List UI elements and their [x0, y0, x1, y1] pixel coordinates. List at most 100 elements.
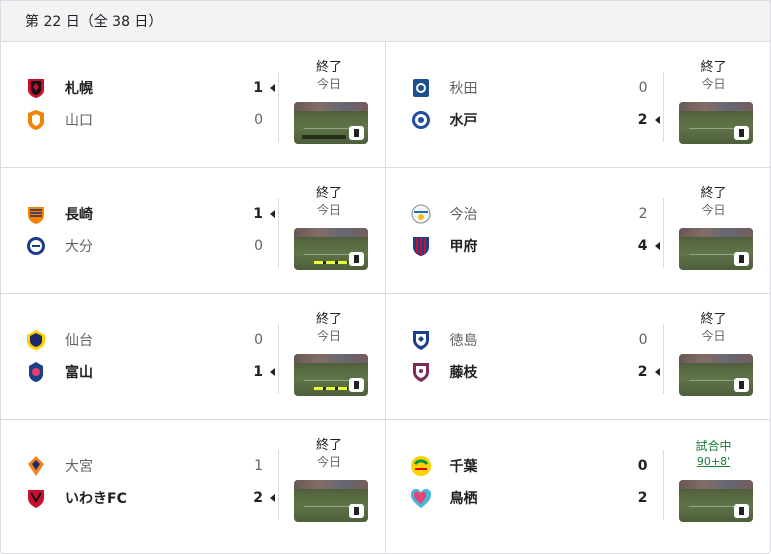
fujieda-crest-icon — [410, 361, 432, 383]
nagasaki-crest-icon — [25, 203, 47, 225]
video-play-icon[interactable] — [349, 126, 364, 140]
team-score: 0 — [254, 112, 263, 128]
winner-arrow-icon — [654, 368, 660, 376]
imabari-crest-icon — [410, 203, 432, 225]
match-card[interactable]: 秋田 0 水戸 2 終了 今日 — [386, 42, 771, 167]
match-status-sub[interactable]: 90+8' — [669, 454, 759, 470]
match-grid: 札幌 1 山口 0 終了 今日 秋田 0 水戸 2 終了 今日 長崎 1 大分 … — [1, 42, 770, 553]
match-status: 終了 今日 — [669, 60, 759, 92]
team-name: 山口 — [65, 113, 93, 129]
video-thumbnail[interactable] — [678, 480, 753, 522]
match-card[interactable]: 大宮 1 いわきFC 2 終了 今日 — [1, 420, 386, 553]
team-name: 千葉 — [449, 459, 478, 475]
winner-arrow-icon — [270, 368, 275, 376]
video-thumbnail[interactable] — [294, 102, 368, 144]
team-name: 今治 — [449, 207, 478, 223]
match-row: 長崎 1 大分 0 終了 今日 今治 2 甲府 4 終了 今日 — [1, 168, 770, 294]
match-card[interactable]: 千葉 0 鳥栖 2 試合中 90+8' — [386, 420, 771, 553]
video-play-icon[interactable] — [733, 126, 749, 140]
video-thumbnail[interactable] — [294, 480, 368, 522]
team-name: 仙台 — [65, 333, 93, 349]
card-divider — [278, 198, 279, 268]
match-status-sub: 今日 — [701, 329, 726, 343]
team-row-home: 仙台 0 — [25, 328, 275, 352]
video-play-icon[interactable] — [733, 378, 749, 392]
match-card[interactable]: 仙台 0 富山 1 終了 今日 — [1, 294, 386, 419]
team-score: 1 — [254, 458, 263, 474]
team-score: 2 — [638, 206, 648, 222]
winner-arrow-icon — [654, 242, 660, 250]
team-row-home: 徳島 0 — [410, 328, 660, 352]
yamaguchi-crest-icon — [25, 109, 47, 131]
winner-arrow-icon — [270, 494, 275, 502]
winner-arrow-icon — [654, 116, 660, 124]
match-status-label: 試合中 — [695, 439, 732, 453]
team-name: 長崎 — [65, 207, 93, 223]
video-play-icon[interactable] — [349, 378, 364, 392]
video-play-icon[interactable] — [349, 504, 364, 518]
team-row-away: 鳥栖 2 — [410, 486, 660, 510]
team-score: 0 — [638, 332, 648, 348]
match-card[interactable]: 徳島 0 藤枝 2 終了 今日 — [386, 294, 771, 419]
akita-crest-icon — [410, 77, 432, 99]
team-name: 徳島 — [449, 333, 478, 349]
match-status: 試合中 90+8' — [669, 438, 759, 470]
match-row: 札幌 1 山口 0 終了 今日 秋田 0 水戸 2 終了 今日 — [1, 42, 770, 168]
match-card[interactable]: 長崎 1 大分 0 終了 今日 — [1, 168, 386, 293]
team-name: 富山 — [65, 365, 93, 381]
match-status-label: 終了 — [315, 312, 342, 327]
match-status-label: 終了 — [315, 438, 342, 453]
team-name: 大宮 — [65, 459, 93, 475]
video-thumbnail[interactable] — [678, 354, 753, 396]
card-divider — [278, 450, 279, 520]
match-status-label: 終了 — [700, 60, 727, 75]
match-status-sub: 今日 — [316, 203, 341, 217]
team-row-away: 藤枝 2 — [410, 360, 660, 384]
team-row-away: 大分 0 — [25, 234, 275, 258]
match-status: 終了 今日 — [669, 312, 759, 344]
match-status-label: 終了 — [700, 312, 727, 327]
video-thumbnail[interactable] — [678, 228, 753, 270]
team-row-away: 甲府 4 — [410, 234, 660, 258]
team-score: 2 — [637, 112, 648, 128]
team-score: 2 — [253, 490, 263, 506]
team-row-home: 札幌 1 — [25, 76, 275, 100]
match-status: 終了 今日 — [284, 312, 374, 344]
match-card[interactable]: 今治 2 甲府 4 終了 今日 — [386, 168, 771, 293]
video-play-icon[interactable] — [733, 252, 749, 266]
team-row-away: いわきFC 2 — [25, 486, 275, 510]
team-row-away: 山口 0 — [25, 108, 275, 132]
video-play-icon[interactable] — [349, 252, 364, 266]
video-thumbnail[interactable] — [294, 228, 368, 270]
team-score: 0 — [254, 332, 263, 348]
tokushima-crest-icon — [410, 329, 432, 351]
team-score: 0 — [637, 458, 648, 474]
team-name: いわきFC — [65, 491, 127, 507]
team-score: 0 — [254, 238, 263, 254]
team-row-home: 大宮 1 — [25, 454, 275, 478]
video-play-icon[interactable] — [733, 504, 749, 518]
match-card[interactable]: 札幌 1 山口 0 終了 今日 — [1, 42, 386, 167]
team-name: 秋田 — [449, 81, 478, 97]
team-row-home: 千葉 0 — [410, 454, 660, 478]
team-row-home: 秋田 0 — [410, 76, 660, 100]
match-row: 大宮 1 いわきFC 2 終了 今日 千葉 0 鳥栖 2 試合中 90+8' — [1, 420, 770, 553]
card-divider — [662, 72, 664, 142]
matchday-title: 第 22 日（全 38 日） — [25, 14, 163, 30]
card-divider — [662, 324, 664, 394]
winner-arrow-icon — [270, 84, 275, 92]
chiba-crest-icon — [410, 455, 432, 477]
team-score: 2 — [637, 364, 648, 380]
toyama-crest-icon — [25, 361, 47, 383]
card-divider — [278, 324, 279, 394]
match-status-sub: 今日 — [316, 455, 341, 469]
team-score: 1 — [253, 206, 263, 222]
team-score: 4 — [637, 238, 648, 254]
video-thumbnail[interactable] — [294, 354, 368, 396]
match-status-sub: 今日 — [701, 203, 726, 217]
video-thumbnail[interactable] — [678, 102, 753, 144]
match-status-label: 終了 — [315, 186, 342, 201]
team-row-away: 富山 1 — [25, 360, 275, 384]
team-row-away: 水戸 2 — [410, 108, 660, 132]
team-score: 0 — [638, 80, 648, 96]
